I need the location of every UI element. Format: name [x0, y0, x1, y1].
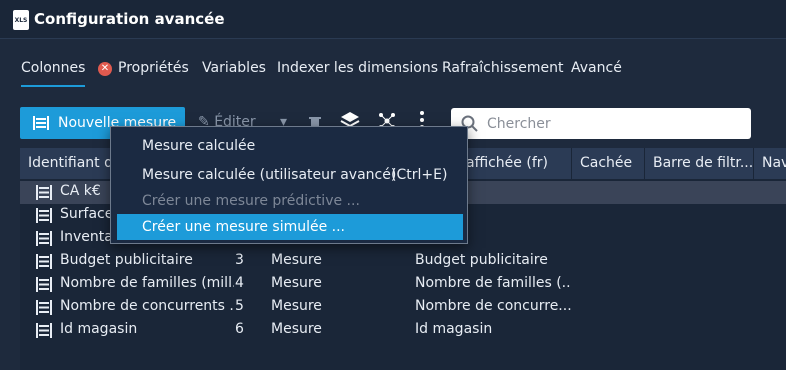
cell-identifiant: Id magasin — [60, 321, 138, 337]
menu-item-mesure-predictive[interactable]: Créer une mesure prédictive ... — [117, 188, 463, 214]
table-row[interactable]: Id magasin 6 Mesure Id magasin — [20, 319, 786, 342]
menu-item-label: Créer une mesure prédictive ... — [142, 193, 360, 209]
tab-proprietes[interactable]: ✕ Propriétés — [98, 60, 189, 76]
tab-variables[interactable]: Variables — [202, 60, 266, 76]
menu-item-mesure-simulee[interactable]: Créer une mesure simulée ... — [117, 214, 463, 240]
measure-icon — [36, 300, 52, 319]
tab-label: Propriétés — [118, 60, 189, 76]
table-row[interactable]: Budget publicitaire 3 Mesure Budget publici… — [20, 250, 786, 273]
column-header-cachee[interactable]: Cachée — [572, 148, 645, 179]
tab-label: Colonnes — [21, 60, 86, 76]
measure-icon — [36, 231, 52, 250]
window-title: Configuration avancée — [34, 10, 225, 28]
cell-index: 4 — [235, 275, 244, 291]
cell-type: Mesure — [271, 298, 322, 314]
menu-item-shortcut: (Ctrl+E) — [391, 167, 448, 183]
cell-index: 3 — [235, 252, 244, 268]
tab-label: Variables — [202, 60, 266, 76]
search-input[interactable] — [485, 114, 739, 133]
table-row[interactable]: Nombre de familles (mill... 4 Mesure Nombre… — [20, 273, 786, 296]
tab-avance[interactable]: Avancé — [571, 60, 622, 76]
tab-colonnes[interactable]: Colonnes — [21, 60, 86, 87]
cell-affichee: Id magasin — [415, 321, 493, 337]
cell-index: 6 — [235, 321, 244, 337]
cell-type: Mesure — [271, 275, 322, 291]
tab-label: Avancé — [571, 60, 622, 76]
column-header-affichee[interactable]: affichée (fr) — [458, 148, 572, 179]
cell-identifiant: Budget publicitaire — [60, 252, 193, 268]
tab-bar: Colonnes ✕ Propriétés Variables Indexer l… — [0, 56, 786, 90]
measure-icon — [33, 116, 49, 130]
table-row[interactable]: Nombre de concurrents ... 5 Mesure Nombre d… — [20, 296, 786, 319]
cell-identifiant: Nombre de concurrents ... — [60, 298, 234, 314]
menu-item-mesure-calculee-avance[interactable]: Mesure calculée (utilisateur avancé) (Ct… — [117, 162, 463, 188]
title-bar: XLS Configuration avancée — [0, 0, 786, 39]
cell-affichee: Nombre de familles (... — [415, 275, 571, 291]
search-box — [451, 108, 751, 139]
menu-item-mesure-calculee[interactable]: Mesure calculée — [117, 133, 463, 159]
tab-label: Indexer les dimensions — [277, 60, 438, 76]
column-header-nav[interactable]: Nav — [754, 148, 786, 179]
tab-indexer-dimensions[interactable]: Indexer les dimensions — [277, 60, 438, 76]
measure-icon — [36, 185, 52, 204]
cell-identifiant: Nombre de familles (mill... — [60, 275, 234, 291]
measure-icon — [36, 254, 52, 273]
menu-item-label: Mesure calculée — [142, 138, 256, 154]
new-measure-menu: Mesure calculée Mesure calculée (utilisa… — [110, 126, 468, 244]
cell-index: 5 — [235, 298, 244, 314]
cell-type: Mesure — [271, 252, 322, 268]
column-header-barre-filtre[interactable]: Barre de filtr... — [645, 148, 754, 179]
cell-type: Mesure — [271, 321, 322, 337]
tab-rafraichissement[interactable]: Rafraîchissement — [442, 60, 563, 76]
error-icon: ✕ — [98, 62, 112, 76]
measure-icon — [36, 208, 52, 227]
menu-item-label: Créer une mesure simulée ... — [142, 219, 346, 235]
xls-file-icon: XLS — [13, 10, 29, 30]
tab-label: Rafraîchissement — [442, 60, 564, 76]
menu-item-label: Mesure calculée (utilisateur avancé) — [142, 167, 397, 183]
cell-affichee: Nombre de concurre... — [415, 298, 571, 314]
cell-affichee: Budget publicitaire — [415, 252, 548, 268]
measure-icon — [36, 277, 52, 296]
measure-icon — [36, 323, 52, 342]
